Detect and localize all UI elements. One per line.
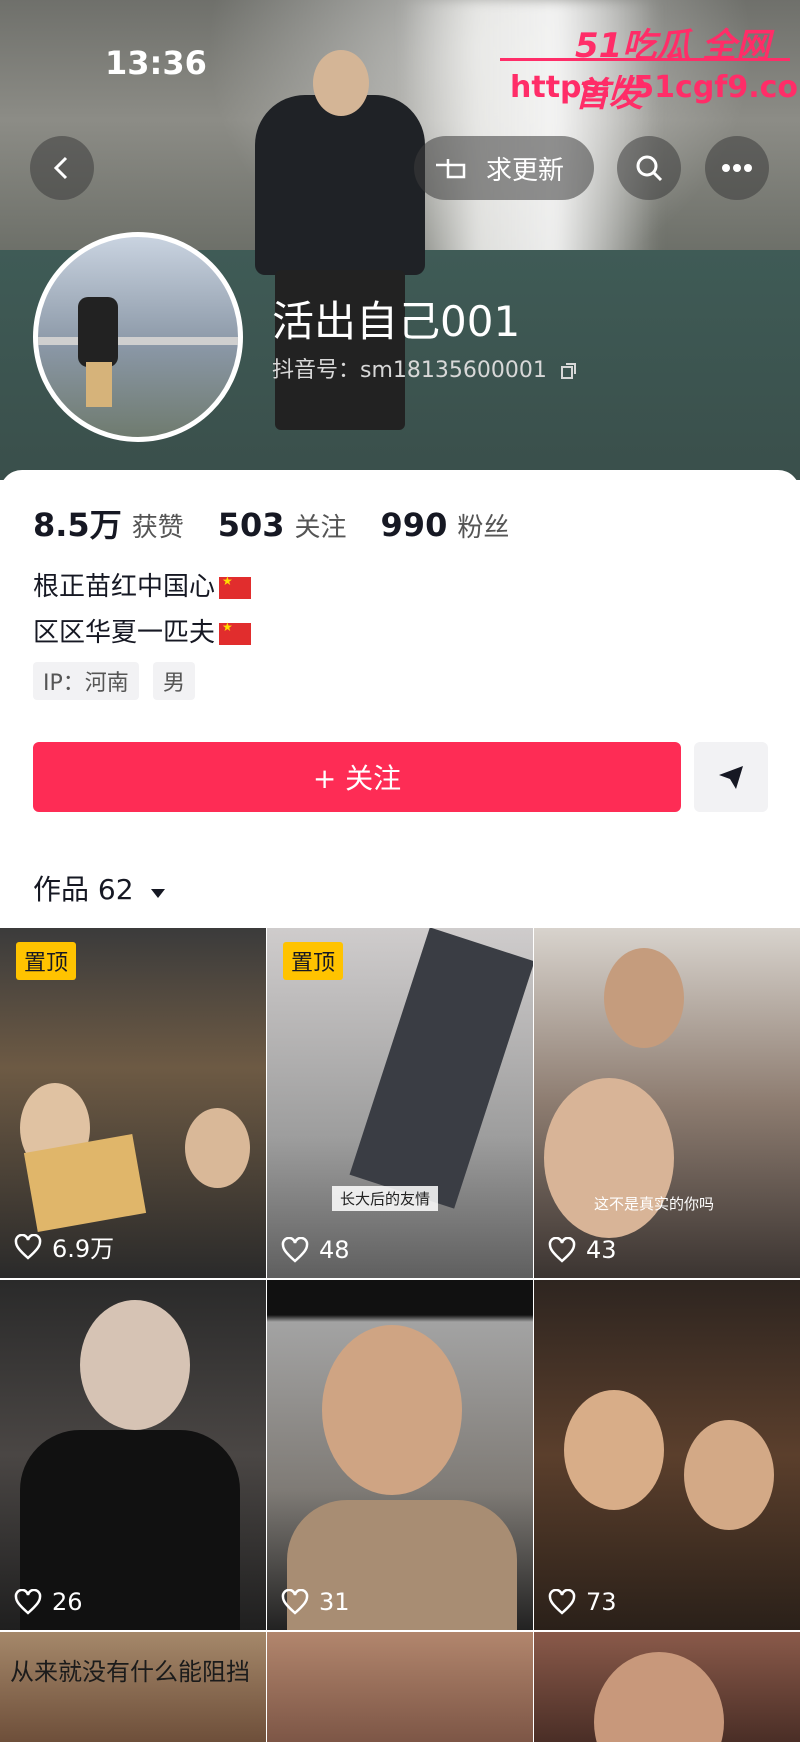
tile-face — [544, 1078, 674, 1238]
gender-tag: 男 — [153, 662, 196, 700]
send-icon — [719, 766, 743, 789]
status-time: 13:36 — [105, 44, 207, 82]
profile-name: 活出自己001 — [272, 297, 521, 346]
like-count-text: 48 — [319, 1236, 350, 1264]
like-count: 73 — [548, 1588, 617, 1616]
like-count: 31 — [281, 1588, 350, 1616]
cover-person-body — [255, 95, 425, 275]
search-icon — [636, 155, 663, 182]
caret-down-icon — [151, 889, 166, 898]
more-dots-icon — [722, 164, 752, 172]
china-flag-icon — [219, 620, 252, 645]
tile-leg — [349, 928, 533, 1209]
cover-person-head — [313, 50, 369, 116]
tile-caption: 长大后的友情 — [332, 1186, 439, 1211]
tile-caption: 从来就没有什么能阻挡 — [10, 1658, 250, 1686]
followers-label[interactable]: 粉丝 — [457, 507, 509, 544]
post-tile[interactable]: 从来就没有什么能阻挡 — [0, 1632, 266, 1742]
more-button[interactable] — [705, 136, 769, 200]
watermark-line — [500, 58, 790, 61]
like-count-text: 31 — [319, 1588, 350, 1616]
post-tile[interactable]: 73 — [534, 1280, 800, 1630]
heart-icon — [14, 1589, 42, 1615]
tile-face — [80, 1300, 190, 1430]
search-button[interactable] — [617, 136, 681, 200]
avatar-rail — [38, 337, 238, 345]
heart-icon — [548, 1589, 576, 1615]
request-update-button[interactable]: 求更新 — [414, 136, 594, 200]
douyin-id-text: 抖音号：sm18135600001 — [272, 358, 547, 383]
bio-line-1: 根正苗红中国心 — [33, 566, 252, 603]
followers-count[interactable]: 990 — [381, 506, 448, 544]
chevron-left-icon — [53, 156, 68, 180]
post-tile[interactable] — [267, 1632, 533, 1742]
copy-icon[interactable] — [560, 362, 578, 380]
like-count-text: 73 — [586, 1588, 617, 1616]
post-tile[interactable] — [534, 1632, 800, 1742]
heart-icon — [281, 1589, 309, 1615]
pointing-hand-icon — [436, 159, 466, 179]
share-button[interactable] — [694, 742, 768, 812]
post-tile[interactable]: 26 — [0, 1280, 266, 1630]
following-label[interactable]: 关注 — [295, 507, 347, 544]
follow-button[interactable]: + 关注 — [33, 742, 681, 812]
pinned-badge: 置顶 — [283, 942, 344, 980]
like-count-text: 6.9万 — [52, 1235, 115, 1263]
bio-line-1-text: 根正苗红中国心 — [33, 572, 216, 602]
heart-icon — [14, 1233, 42, 1260]
avatar-person-legs — [86, 362, 112, 407]
likes-label: 获赞 — [131, 513, 184, 543]
post-tile[interactable]: 置顶 6.9万 — [0, 928, 266, 1278]
avatar[interactable] — [33, 232, 243, 442]
like-count: 6.9万 — [14, 1229, 114, 1264]
heart-icon — [548, 1237, 576, 1263]
tile-face — [185, 1108, 250, 1188]
china-flag-icon — [219, 574, 252, 599]
like-count-text: 26 — [52, 1588, 83, 1616]
tile-face — [322, 1325, 462, 1495]
bio-line-2-text: 区区华夏一匹夫 — [33, 618, 216, 648]
back-button[interactable] — [30, 136, 94, 200]
post-tile[interactable]: 这不是真实的你吗 43 — [534, 928, 800, 1278]
avatar-person — [78, 297, 118, 367]
like-count: 26 — [14, 1588, 83, 1616]
tile-face — [564, 1390, 664, 1510]
tile-face — [604, 948, 684, 1048]
heart-icon — [281, 1237, 309, 1263]
tile-face — [594, 1652, 724, 1742]
douyin-id: 抖音号：sm18135600001 — [272, 352, 578, 384]
following-count[interactable]: 503 — [218, 506, 285, 544]
like-count: 43 — [548, 1236, 617, 1264]
post-tile[interactable]: 置顶 长大后的友情 48 — [267, 928, 533, 1278]
tile-face — [684, 1420, 774, 1530]
watermark-url: https://51cgf9.com — [510, 70, 800, 105]
tile-caption: 这不是真实的你吗 — [594, 1195, 715, 1213]
ip-tag: IP：河南 — [33, 662, 139, 700]
like-count-text: 43 — [586, 1236, 617, 1264]
like-count: 48 — [281, 1236, 350, 1264]
post-tile[interactable]: 31 — [267, 1280, 533, 1630]
bio-line-2: 区区华夏一匹夫 — [33, 612, 252, 649]
pinned-badge: 置顶 — [16, 942, 77, 980]
works-label: 作品 62 — [33, 873, 134, 906]
request-update-label: 求更新 — [486, 155, 565, 186]
profile-stats: 8.5万 获赞 503 关注 990 粉丝 — [33, 500, 543, 544]
likes-count: 8.5万 — [33, 506, 122, 544]
works-tab[interactable]: 作品 62 — [33, 868, 166, 908]
